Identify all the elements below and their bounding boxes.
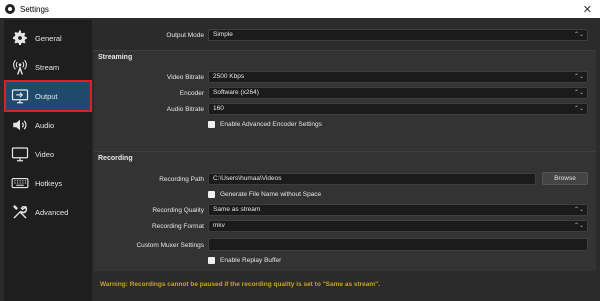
custom-muxer-input[interactable] — [208, 238, 588, 251]
recording-format-select[interactable]: mkv ⌃⌄ — [208, 220, 588, 232]
advanced-encoder-label: Enable Advanced Encoder Settings — [220, 121, 322, 128]
sidebar-item-advanced[interactable]: Advanced — [6, 198, 90, 226]
sidebar-item-audio[interactable]: Audio — [6, 111, 90, 139]
window-title: Settings — [20, 4, 49, 14]
obs-logo-icon — [5, 4, 15, 14]
video-bitrate-label: Video Bitrate — [166, 74, 204, 81]
output-mode-label: Output Mode — [166, 32, 204, 39]
output-mode-value: Simple — [213, 31, 233, 38]
sidebar-item-stream[interactable]: Stream — [6, 53, 90, 81]
recording-path-input[interactable]: C:\Users\humaa\Videos — [208, 173, 536, 185]
gear-icon — [9, 27, 31, 49]
encoder-select[interactable]: Software (x264) ⌃⌄ — [208, 87, 588, 99]
recording-quality-label: Recording Quality — [152, 207, 204, 214]
custom-muxer-label: Custom Muxer Settings — [136, 242, 204, 249]
advanced-encoder-checkbox[interactable]: Enable Advanced Encoder Settings — [208, 121, 322, 128]
audio-bitrate-label: Audio Bitrate — [166, 106, 204, 113]
audio-bitrate-select[interactable]: 160 ⌃⌄ — [208, 103, 588, 115]
chevron-updown-icon: ⌃⌄ — [573, 32, 584, 38]
recording-quality-value: Same as stream — [213, 206, 261, 213]
sidebar-item-video[interactable]: Video — [6, 140, 90, 168]
sidebar-item-label: Stream — [35, 62, 60, 72]
output-mode-select[interactable]: Simple ⌃⌄ — [208, 29, 588, 41]
chevron-updown-icon: ⌃⌄ — [573, 106, 584, 112]
generate-name-checkbox[interactable]: Generate File Name without Space — [208, 191, 321, 198]
speaker-icon — [9, 114, 31, 136]
encoder-label: Encoder — [179, 90, 204, 97]
recording-format-value: mkv — [213, 222, 225, 229]
monitor-icon — [9, 143, 31, 165]
close-icon[interactable]: ✕ — [583, 3, 592, 16]
sidebar-item-output[interactable]: Output — [4, 80, 92, 112]
streaming-section: Streaming Video Bitrate 2500 Kbps ⌃⌄ Enc… — [94, 50, 596, 160]
recording-path-label: Recording Path — [159, 176, 204, 183]
sidebar-item-label: Advanced — [35, 207, 69, 217]
generate-name-label: Generate File Name without Space — [220, 191, 322, 198]
encoder-value: Software (x264) — [213, 89, 259, 96]
sidebar-item-label: Audio — [35, 120, 55, 130]
chevron-updown-icon: ⌃⌄ — [573, 223, 584, 229]
recording-section: Recording Recording Path C:\Users\humaa\… — [94, 151, 596, 271]
sidebar-item-hotkeys[interactable]: Hotkeys — [6, 169, 90, 197]
replay-buffer-checkbox[interactable]: Enable Replay Buffer — [208, 257, 281, 264]
checkbox-box[interactable] — [208, 257, 215, 264]
checkbox-box[interactable] — [208, 191, 215, 198]
audio-bitrate-value: 160 — [213, 105, 224, 112]
antenna-icon — [9, 56, 31, 78]
chevron-updown-icon: ⌃⌄ — [573, 207, 584, 213]
settings-sidebar: General Stream Output Audio Video Hotkey… — [4, 20, 92, 301]
keyboard-icon — [9, 172, 31, 194]
checkbox-box[interactable] — [208, 121, 215, 128]
video-bitrate-spinbox[interactable]: 2500 Kbps ⌃⌄ — [208, 71, 588, 83]
title-bar: Settings ✕ — [0, 0, 600, 18]
sidebar-item-label: Video — [35, 149, 55, 159]
output-settings-panel: Output Mode Simple ⌃⌄ Streaming Video Bi… — [92, 20, 600, 301]
streaming-title: Streaming — [98, 54, 133, 61]
spin-arrows-icon[interactable]: ⌃⌄ — [574, 72, 584, 82]
chevron-updown-icon: ⌃⌄ — [573, 90, 584, 96]
recording-quality-select[interactable]: Same as stream ⌃⌄ — [208, 204, 588, 216]
sidebar-item-general[interactable]: General — [6, 24, 90, 52]
sidebar-item-label: Hotkeys — [35, 178, 63, 188]
sidebar-item-label: General — [35, 33, 62, 43]
monitor-arrow-icon — [9, 85, 31, 107]
video-bitrate-value: 2500 Kbps — [213, 73, 245, 80]
sidebar-item-label: Output — [35, 91, 58, 101]
warning-text: Warning: Recordings cannot be paused if … — [100, 281, 381, 288]
browse-button[interactable]: Browse — [542, 172, 588, 185]
tools-icon — [9, 201, 31, 223]
replay-buffer-label: Enable Replay Buffer — [220, 257, 282, 264]
recording-title: Recording — [98, 155, 133, 162]
recording-path-value: C:\Users\humaa\Videos — [213, 175, 282, 182]
recording-format-label: Recording Format — [151, 223, 204, 230]
